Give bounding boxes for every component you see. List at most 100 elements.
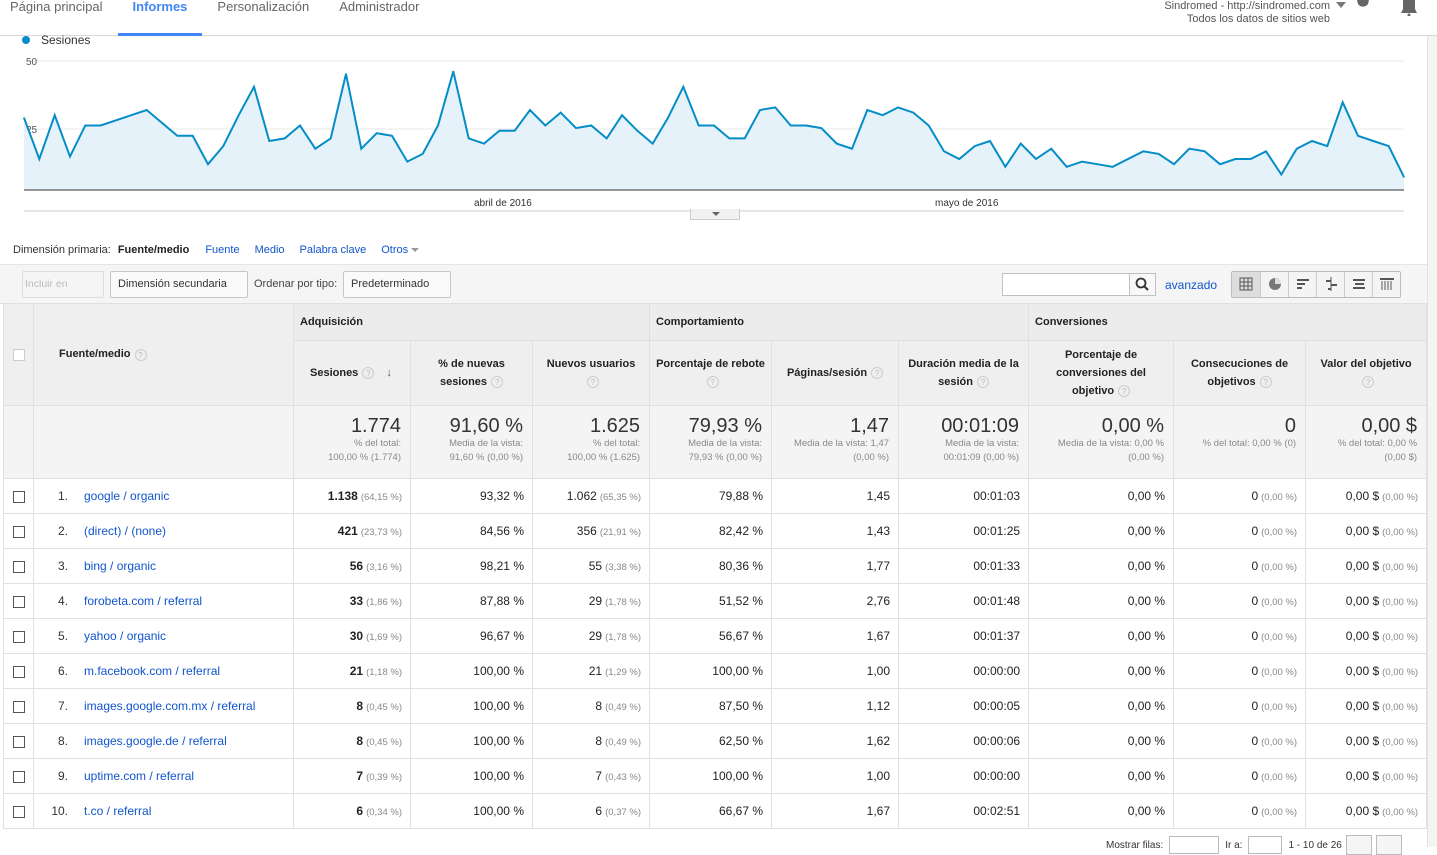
data-point[interactable] <box>1081 161 1083 163</box>
data-point[interactable] <box>314 148 316 150</box>
data-point[interactable] <box>1158 153 1160 155</box>
tab-reports[interactable]: Informes <box>117 0 203 36</box>
data-point[interactable] <box>1342 101 1344 103</box>
source-medium-link[interactable]: uptime.com / referral <box>84 769 194 783</box>
data-point[interactable] <box>1219 163 1221 165</box>
data-point[interactable] <box>636 130 638 132</box>
gear-icon[interactable] <box>1354 0 1372 12</box>
source-medium-link[interactable]: t.co / referral <box>84 804 151 818</box>
data-point[interactable] <box>1311 140 1313 142</box>
data-point[interactable] <box>437 124 439 127</box>
data-point[interactable] <box>376 132 378 134</box>
select-all-checkbox[interactable] <box>12 348 25 361</box>
row-checkbox[interactable] <box>12 700 25 713</box>
data-point[interactable] <box>468 137 470 139</box>
collapse-chart-button[interactable] <box>690 209 740 220</box>
source-medium-link[interactable]: forobeta.com / referral <box>84 594 202 608</box>
dimension-column-header[interactable]: Fuente/medio? <box>33 303 294 406</box>
col-header-goal-conversion-rate[interactable]: Porcentaje de conversiones del objetivo? <box>1028 340 1175 406</box>
data-point[interactable] <box>284 137 286 139</box>
data-point[interactable] <box>330 137 332 139</box>
data-point[interactable] <box>1173 163 1175 165</box>
data-point[interactable] <box>161 122 163 124</box>
include-in-chart-button[interactable]: Incluir en gráfico <box>22 271 104 315</box>
row-checkbox[interactable] <box>12 525 25 538</box>
row-checkbox[interactable] <box>12 735 25 748</box>
pivot-view-icon[interactable] <box>1372 272 1400 297</box>
table-view-icon[interactable] <box>1232 272 1260 297</box>
row-checkbox[interactable] <box>12 665 25 678</box>
data-point[interactable] <box>299 124 301 127</box>
data-point[interactable] <box>1142 150 1144 152</box>
data-point[interactable] <box>621 114 623 116</box>
help-icon[interactable]: ? <box>362 367 375 380</box>
sort-type-dropdown[interactable]: Predeterminado <box>343 271 451 312</box>
prev-page-button[interactable] <box>1345 835 1372 855</box>
row-checkbox[interactable] <box>12 595 25 608</box>
data-point[interactable] <box>1204 150 1206 152</box>
data-point[interactable] <box>943 150 945 152</box>
data-point[interactable] <box>1188 148 1190 150</box>
data-point[interactable] <box>1265 150 1267 152</box>
data-point[interactable] <box>345 73 347 75</box>
data-point[interactable] <box>207 163 209 165</box>
data-point[interactable] <box>1388 145 1390 147</box>
data-point[interactable] <box>84 124 86 127</box>
col-header-pages-per-session[interactable]: Páginas/sesión? <box>771 340 900 406</box>
advanced-filter-link[interactable]: avanzado <box>1165 278 1217 292</box>
help-icon[interactable]: ? <box>706 376 719 389</box>
data-point[interactable] <box>238 114 240 116</box>
data-point[interactable] <box>222 145 224 147</box>
data-point[interactable] <box>774 106 776 108</box>
data-point[interactable] <box>759 109 761 111</box>
dimension-link-fuente[interactable]: Fuente <box>205 244 239 256</box>
data-point[interactable] <box>391 135 393 137</box>
data-point[interactable] <box>805 124 807 127</box>
data-point[interactable] <box>560 112 562 114</box>
data-point[interactable] <box>406 161 408 163</box>
col-header-sessions[interactable]: Sesiones? ↓ <box>293 340 411 406</box>
source-medium-link[interactable]: images.google.de / referral <box>84 734 227 748</box>
sessions-chart[interactable]: 50 25 abril de 2016 mayo de 2016 <box>0 45 1420 215</box>
next-page-button[interactable] <box>1375 835 1402 855</box>
help-icon[interactable]: ? <box>134 348 147 361</box>
data-point[interactable] <box>483 143 485 145</box>
row-checkbox[interactable] <box>12 630 25 643</box>
data-point[interactable] <box>1234 158 1236 160</box>
data-point[interactable] <box>514 130 516 132</box>
data-point[interactable] <box>38 158 40 160</box>
secondary-dimension-dropdown[interactable]: Dimensión secundaria <box>110 271 248 312</box>
help-icon[interactable]: ? <box>1259 376 1272 389</box>
row-checkbox[interactable] <box>12 560 25 573</box>
source-medium-link[interactable]: (direct) / (none) <box>84 524 166 538</box>
data-point[interactable] <box>882 114 884 116</box>
term-cloud-view-icon[interactable] <box>1344 272 1372 297</box>
data-point[interactable] <box>100 124 102 127</box>
col-header-goal-completions[interactable]: Consecuciones de objetivos? <box>1173 340 1307 406</box>
data-point[interactable] <box>544 124 546 127</box>
data-point[interactable] <box>989 140 991 142</box>
dimension-link-keyword[interactable]: Palabra clave <box>300 244 367 256</box>
source-medium-link[interactable]: google / organic <box>84 489 169 503</box>
data-point[interactable] <box>652 143 654 145</box>
data-point[interactable] <box>590 124 592 127</box>
data-point[interactable] <box>897 106 899 108</box>
data-point[interactable] <box>606 137 608 139</box>
source-medium-link[interactable]: m.facebook.com / referral <box>84 664 220 678</box>
data-point[interactable] <box>713 124 715 127</box>
data-point[interactable] <box>1296 148 1298 150</box>
data-point[interactable] <box>115 119 117 121</box>
data-point[interactable] <box>422 153 424 155</box>
col-header-new-sessions-pct[interactable]: % de nuevas sesiones? <box>410 340 533 406</box>
data-point[interactable] <box>1066 166 1068 168</box>
row-checkbox[interactable] <box>12 770 25 783</box>
data-point[interactable] <box>1326 145 1328 147</box>
help-icon[interactable]: ? <box>871 367 884 380</box>
rows-per-page-select[interactable] <box>1169 836 1220 854</box>
data-point[interactable] <box>912 112 914 114</box>
data-point[interactable] <box>667 117 669 119</box>
page-scrollbar[interactable] <box>1427 36 1437 847</box>
help-icon[interactable]: ? <box>976 376 989 389</box>
data-point[interactable] <box>146 109 148 111</box>
source-medium-link[interactable]: images.google.com.mx / referral <box>84 699 255 713</box>
